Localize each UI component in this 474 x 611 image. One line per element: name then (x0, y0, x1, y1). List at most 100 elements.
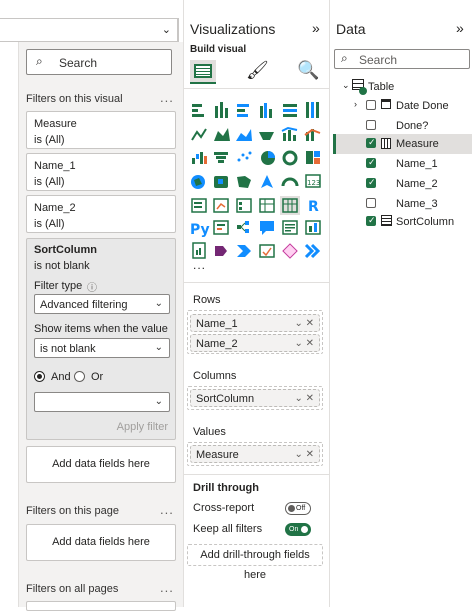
cross-report-toggle[interactable]: Off (285, 502, 311, 515)
calculated-table-icon (381, 215, 392, 226)
values-well[interactable]: Measure ⌄ ✕ (187, 442, 323, 466)
line-chart-icon (191, 128, 207, 141)
field-row-name2[interactable]: Name_2 (330, 174, 474, 194)
area-chart-icon (214, 128, 230, 141)
field-chip-sortcolumn[interactable]: SortColumn ⌄ ✕ (190, 389, 320, 407)
condition-value: is not blank (40, 343, 96, 355)
field-row-name1[interactable]: Name_1 (330, 154, 474, 174)
field-checkbox[interactable] (366, 198, 376, 208)
field-chip-name1[interactable]: Name_1 ⌄ ✕ (190, 314, 320, 332)
visualizations-title: Visualizations (190, 21, 276, 37)
apply-filter-button[interactable]: Apply filter (117, 421, 168, 433)
filter-card-measure[interactable]: Measure is (All) (26, 111, 176, 149)
table-name: Table (368, 81, 395, 93)
toggle-knob (288, 505, 295, 512)
top-dropdown[interactable]: ⌄ (0, 18, 178, 42)
goals-icon (259, 244, 275, 258)
filter-card-title: Measure (34, 118, 77, 130)
chevron-close-icons[interactable]: ⌄ ✕ (294, 393, 314, 404)
or-radio[interactable] (74, 371, 85, 382)
visual-icon-grid: 123 R Py (190, 100, 325, 285)
metrics-icon (305, 220, 321, 235)
filter-card-state: is not blank (34, 260, 90, 272)
filled-map-icon (214, 176, 228, 188)
condition-select[interactable]: is not blank ⌄ (34, 338, 170, 358)
format-brush-icon[interactable]: 🖌 (246, 60, 269, 81)
add-drill-through-well[interactable]: Add drill-through fields here (187, 544, 323, 581)
divider (184, 88, 330, 89)
filter-card-name2[interactable]: Name_2 is (All) (26, 195, 176, 233)
field-name: Measure (396, 138, 439, 150)
diamond-icon (282, 243, 298, 259)
power-apps-icon (215, 246, 227, 256)
field-row-measure[interactable]: Measure (333, 134, 472, 154)
clustered-column-icon (260, 103, 272, 118)
chevron-down-icon: ⌄ (161, 24, 171, 36)
field-row-date-done[interactable]: › Date Done (330, 96, 474, 116)
keep-filters-label: Keep all filters (193, 523, 263, 535)
field-chip-label: Name_2 (196, 338, 238, 350)
field-checkbox[interactable] (366, 120, 376, 130)
chevron-shapes-icon (304, 243, 321, 259)
chevron-down-icon: ⌄ (154, 298, 163, 309)
more-options-icon[interactable]: ... (160, 580, 174, 595)
chevron-down-icon: ⌄ (154, 342, 163, 353)
field-checkbox[interactable] (366, 100, 376, 110)
funnel-icon (214, 152, 228, 163)
field-checkbox[interactable] (366, 215, 376, 226)
filter-card-sortcolumn[interactable]: SortColumn is not blank Filter type ⓘ Ad… (26, 238, 176, 440)
field-row-sortcolumn[interactable]: SortColumn (330, 212, 474, 232)
matrix-icon (280, 196, 300, 215)
columns-well[interactable]: SortColumn ⌄ ✕ (187, 386, 323, 410)
filter-search-input[interactable]: ⌕ Search (26, 49, 172, 75)
second-condition-select[interactable]: ⌄ (34, 392, 170, 412)
filter-card-name1[interactable]: Name_1 is (All) (26, 153, 176, 191)
and-radio[interactable] (34, 371, 45, 382)
more-options-icon[interactable]: ... (160, 90, 174, 105)
line-column-icon (281, 126, 298, 141)
chevron-close-icons[interactable]: ⌄ ✕ (294, 338, 314, 349)
info-icon[interactable]: ⓘ (87, 279, 97, 294)
field-row-name3[interactable]: Name_3 (330, 194, 474, 214)
stacked-column-icon (215, 102, 228, 118)
field-chip-name2[interactable]: Name_2 ⌄ ✕ (190, 334, 320, 352)
data-pane: Data » ⌕ Search ⌄ Table › Date Done Done… (329, 0, 474, 607)
chevron-close-icons[interactable]: ⌄ ✕ (294, 449, 314, 460)
toggle-knob (301, 526, 309, 533)
keep-filters-toggle[interactable]: On (285, 523, 311, 536)
collapse-chevron-icon[interactable]: » (312, 20, 320, 36)
table-icon (259, 198, 275, 213)
filter-type-select[interactable]: Advanced filtering ⌄ (34, 294, 170, 314)
add-data-fields-visual[interactable]: Add data fields here (26, 446, 176, 483)
filter-card-title: Name_2 (34, 202, 76, 214)
calendar-icon (381, 99, 391, 109)
more-options-icon[interactable]: ... (160, 502, 174, 517)
divider (178, 18, 179, 42)
card-icon: 123 (305, 174, 321, 188)
build-visual-tab[interactable] (190, 60, 216, 84)
field-row-done[interactable]: Done? (330, 116, 474, 136)
visualizations-pane: Visualizations » Build visual 🖌 🔍 123 R … (183, 0, 330, 607)
chevron-close-icons[interactable]: ⌄ ✕ (294, 318, 314, 329)
line-clustered-icon (304, 128, 321, 141)
drill-through-label: Drill through (193, 482, 259, 494)
data-search-input[interactable]: ⌕ Search (334, 49, 470, 69)
add-data-fields-page[interactable]: Add data fields here (26, 524, 176, 561)
divider (184, 474, 330, 475)
field-chip-measure[interactable]: Measure ⌄ ✕ (190, 445, 320, 463)
filter-card-title: Name_1 (34, 160, 76, 172)
table-node[interactable]: ⌄ Table (330, 77, 474, 97)
more-visuals-icon[interactable]: ... (193, 258, 206, 272)
collapse-chevron-icon[interactable]: » (456, 20, 464, 36)
field-checkbox[interactable] (366, 137, 376, 148)
rows-label: Rows (193, 294, 221, 306)
field-checkbox[interactable] (366, 177, 376, 188)
visual-types: 123 R Py (190, 102, 321, 259)
field-checkbox[interactable] (366, 157, 376, 168)
field-chip-label: Name_1 (196, 318, 238, 330)
rows-well[interactable]: Name_1 ⌄ ✕ Name_2 ⌄ ✕ (187, 310, 323, 354)
svg-text:123: 123 (307, 179, 320, 187)
toggle-state: Off (296, 505, 306, 512)
analytics-magnifier-icon[interactable]: 🔍 (297, 60, 319, 81)
add-data-fields-all[interactable] (26, 601, 176, 611)
